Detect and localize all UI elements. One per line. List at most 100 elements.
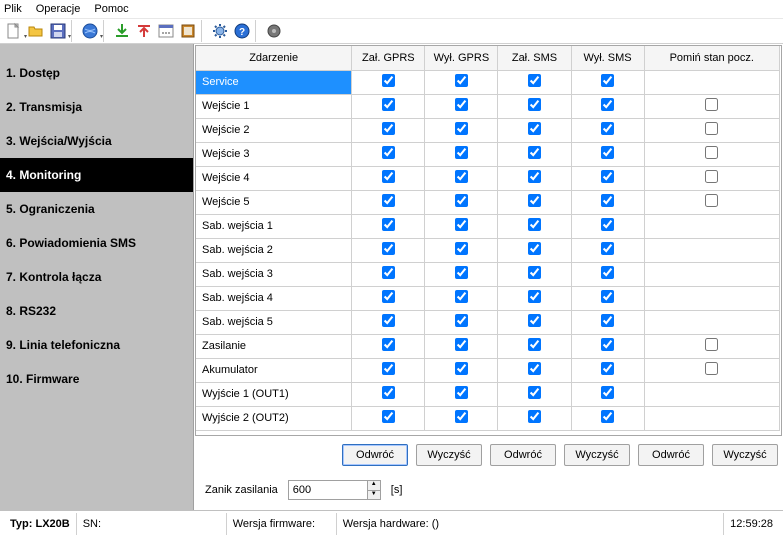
- header-zal-sms[interactable]: Zał. SMS: [498, 46, 571, 70]
- table-row[interactable]: Sab. wejścia 2: [196, 238, 780, 262]
- event-checkbox[interactable]: [382, 242, 395, 255]
- sidebar-item-transmisja[interactable]: 2. Transmisja: [0, 90, 193, 124]
- table-row[interactable]: Wejście 1: [196, 94, 780, 118]
- sidebar-item-rs232[interactable]: 8. RS232: [0, 294, 193, 328]
- event-checkbox[interactable]: [528, 362, 541, 375]
- event-checkbox[interactable]: [455, 362, 468, 375]
- event-checkbox[interactable]: [528, 218, 541, 231]
- event-checkbox[interactable]: [382, 194, 395, 207]
- event-checkbox[interactable]: [601, 122, 614, 135]
- event-checkbox[interactable]: [528, 146, 541, 159]
- event-checkbox[interactable]: [382, 386, 395, 399]
- header-zdarzenie[interactable]: Zdarzenie: [196, 46, 352, 70]
- header-wyl-gprs[interactable]: Wył. GPRS: [425, 46, 498, 70]
- event-checkbox[interactable]: [601, 266, 614, 279]
- event-checkbox[interactable]: [601, 170, 614, 183]
- table-row[interactable]: Sab. wejścia 5: [196, 310, 780, 334]
- event-checkbox[interactable]: [528, 314, 541, 327]
- event-checkbox[interactable]: [382, 218, 395, 231]
- event-checkbox[interactable]: [528, 266, 541, 279]
- event-checkbox[interactable]: [528, 410, 541, 423]
- gear-icon[interactable]: [209, 20, 231, 42]
- download-icon[interactable]: [111, 20, 133, 42]
- event-checkbox[interactable]: [601, 98, 614, 111]
- omit-checkbox[interactable]: [705, 194, 718, 207]
- table-row[interactable]: Wejście 3: [196, 142, 780, 166]
- clear-button-3[interactable]: Wyczyść: [712, 444, 778, 466]
- event-checkbox[interactable]: [601, 314, 614, 327]
- event-checkbox[interactable]: [528, 386, 541, 399]
- table-row[interactable]: Wyjście 2 (OUT2): [196, 406, 780, 430]
- omit-checkbox[interactable]: [705, 98, 718, 111]
- event-checkbox[interactable]: [455, 146, 468, 159]
- event-checkbox[interactable]: [455, 98, 468, 111]
- spin-up-icon[interactable]: ▲: [367, 480, 381, 490]
- menu-plik[interactable]: Plik: [4, 3, 22, 15]
- header-zal-gprs[interactable]: Zał. GPRS: [352, 46, 425, 70]
- device-icon[interactable]: [263, 20, 285, 42]
- event-checkbox[interactable]: [455, 218, 468, 231]
- table-row[interactable]: Wejście 5: [196, 190, 780, 214]
- header-pomin[interactable]: Pomiń stan pocz.: [644, 46, 779, 70]
- event-checkbox[interactable]: [382, 362, 395, 375]
- sidebar-item-firmware[interactable]: 10. Firmware: [0, 362, 193, 396]
- menu-operacje[interactable]: Operacje: [36, 3, 81, 15]
- table-row[interactable]: Sab. wejścia 3: [196, 262, 780, 286]
- event-checkbox[interactable]: [455, 266, 468, 279]
- menu-pomoc[interactable]: Pomoc: [94, 3, 128, 15]
- event-checkbox[interactable]: [455, 386, 468, 399]
- event-checkbox[interactable]: [455, 338, 468, 351]
- event-checkbox[interactable]: [601, 146, 614, 159]
- clear-button-1[interactable]: Wyczyść: [416, 444, 482, 466]
- sidebar-item-linia-telefoniczna[interactable]: 9. Linia telefoniczna: [0, 328, 193, 362]
- event-checkbox[interactable]: [601, 194, 614, 207]
- table-row[interactable]: Akumulator: [196, 358, 780, 382]
- clear-button-2[interactable]: Wyczyść: [564, 444, 630, 466]
- event-checkbox[interactable]: [382, 146, 395, 159]
- event-checkbox[interactable]: [455, 194, 468, 207]
- event-checkbox[interactable]: [382, 410, 395, 423]
- event-checkbox[interactable]: [382, 266, 395, 279]
- event-checkbox[interactable]: [528, 338, 541, 351]
- event-checkbox[interactable]: [528, 290, 541, 303]
- event-checkbox[interactable]: [528, 122, 541, 135]
- omit-checkbox[interactable]: [705, 122, 718, 135]
- omit-checkbox[interactable]: [705, 362, 718, 375]
- table-row[interactable]: Sab. wejścia 1: [196, 214, 780, 238]
- event-checkbox[interactable]: [455, 122, 468, 135]
- event-checkbox[interactable]: [382, 74, 395, 87]
- event-checkbox[interactable]: [382, 98, 395, 111]
- omit-checkbox[interactable]: [705, 170, 718, 183]
- new-icon[interactable]: ▾: [3, 20, 25, 42]
- omit-checkbox[interactable]: [705, 146, 718, 159]
- invert-button-1[interactable]: Odwróć: [342, 444, 408, 466]
- globe-icon[interactable]: ▾: [79, 20, 101, 42]
- event-checkbox[interactable]: [601, 386, 614, 399]
- event-checkbox[interactable]: [601, 410, 614, 423]
- spin-down-icon[interactable]: ▼: [367, 490, 381, 500]
- event-checkbox[interactable]: [382, 122, 395, 135]
- event-checkbox[interactable]: [455, 410, 468, 423]
- table-row[interactable]: Wejście 2: [196, 118, 780, 142]
- event-checkbox[interactable]: [382, 314, 395, 327]
- event-checkbox[interactable]: [455, 290, 468, 303]
- event-checkbox[interactable]: [601, 362, 614, 375]
- event-checkbox[interactable]: [601, 218, 614, 231]
- table-row[interactable]: Wejście 4: [196, 166, 780, 190]
- event-checkbox[interactable]: [382, 338, 395, 351]
- event-checkbox[interactable]: [601, 338, 614, 351]
- event-checkbox[interactable]: [601, 74, 614, 87]
- calendar-icon[interactable]: [155, 20, 177, 42]
- event-checkbox[interactable]: [528, 98, 541, 111]
- event-checkbox[interactable]: [455, 74, 468, 87]
- header-wyl-sms[interactable]: Wył. SMS: [571, 46, 644, 70]
- sidebar-item-powiadomienia-sms[interactable]: 6. Powiadomienia SMS: [0, 226, 193, 260]
- table-row[interactable]: Sab. wejścia 4: [196, 286, 780, 310]
- event-checkbox[interactable]: [382, 170, 395, 183]
- sidebar-item-wejscia-wyjscia[interactable]: 3. Wejścia/Wyjścia: [0, 124, 193, 158]
- sidebar-item-kontrola-lacza[interactable]: 7. Kontrola łącza: [0, 260, 193, 294]
- table-row[interactable]: Wyjście 1 (OUT1): [196, 382, 780, 406]
- save-icon[interactable]: ▾: [47, 20, 69, 42]
- event-checkbox[interactable]: [601, 242, 614, 255]
- invert-button-2[interactable]: Odwróć: [490, 444, 556, 466]
